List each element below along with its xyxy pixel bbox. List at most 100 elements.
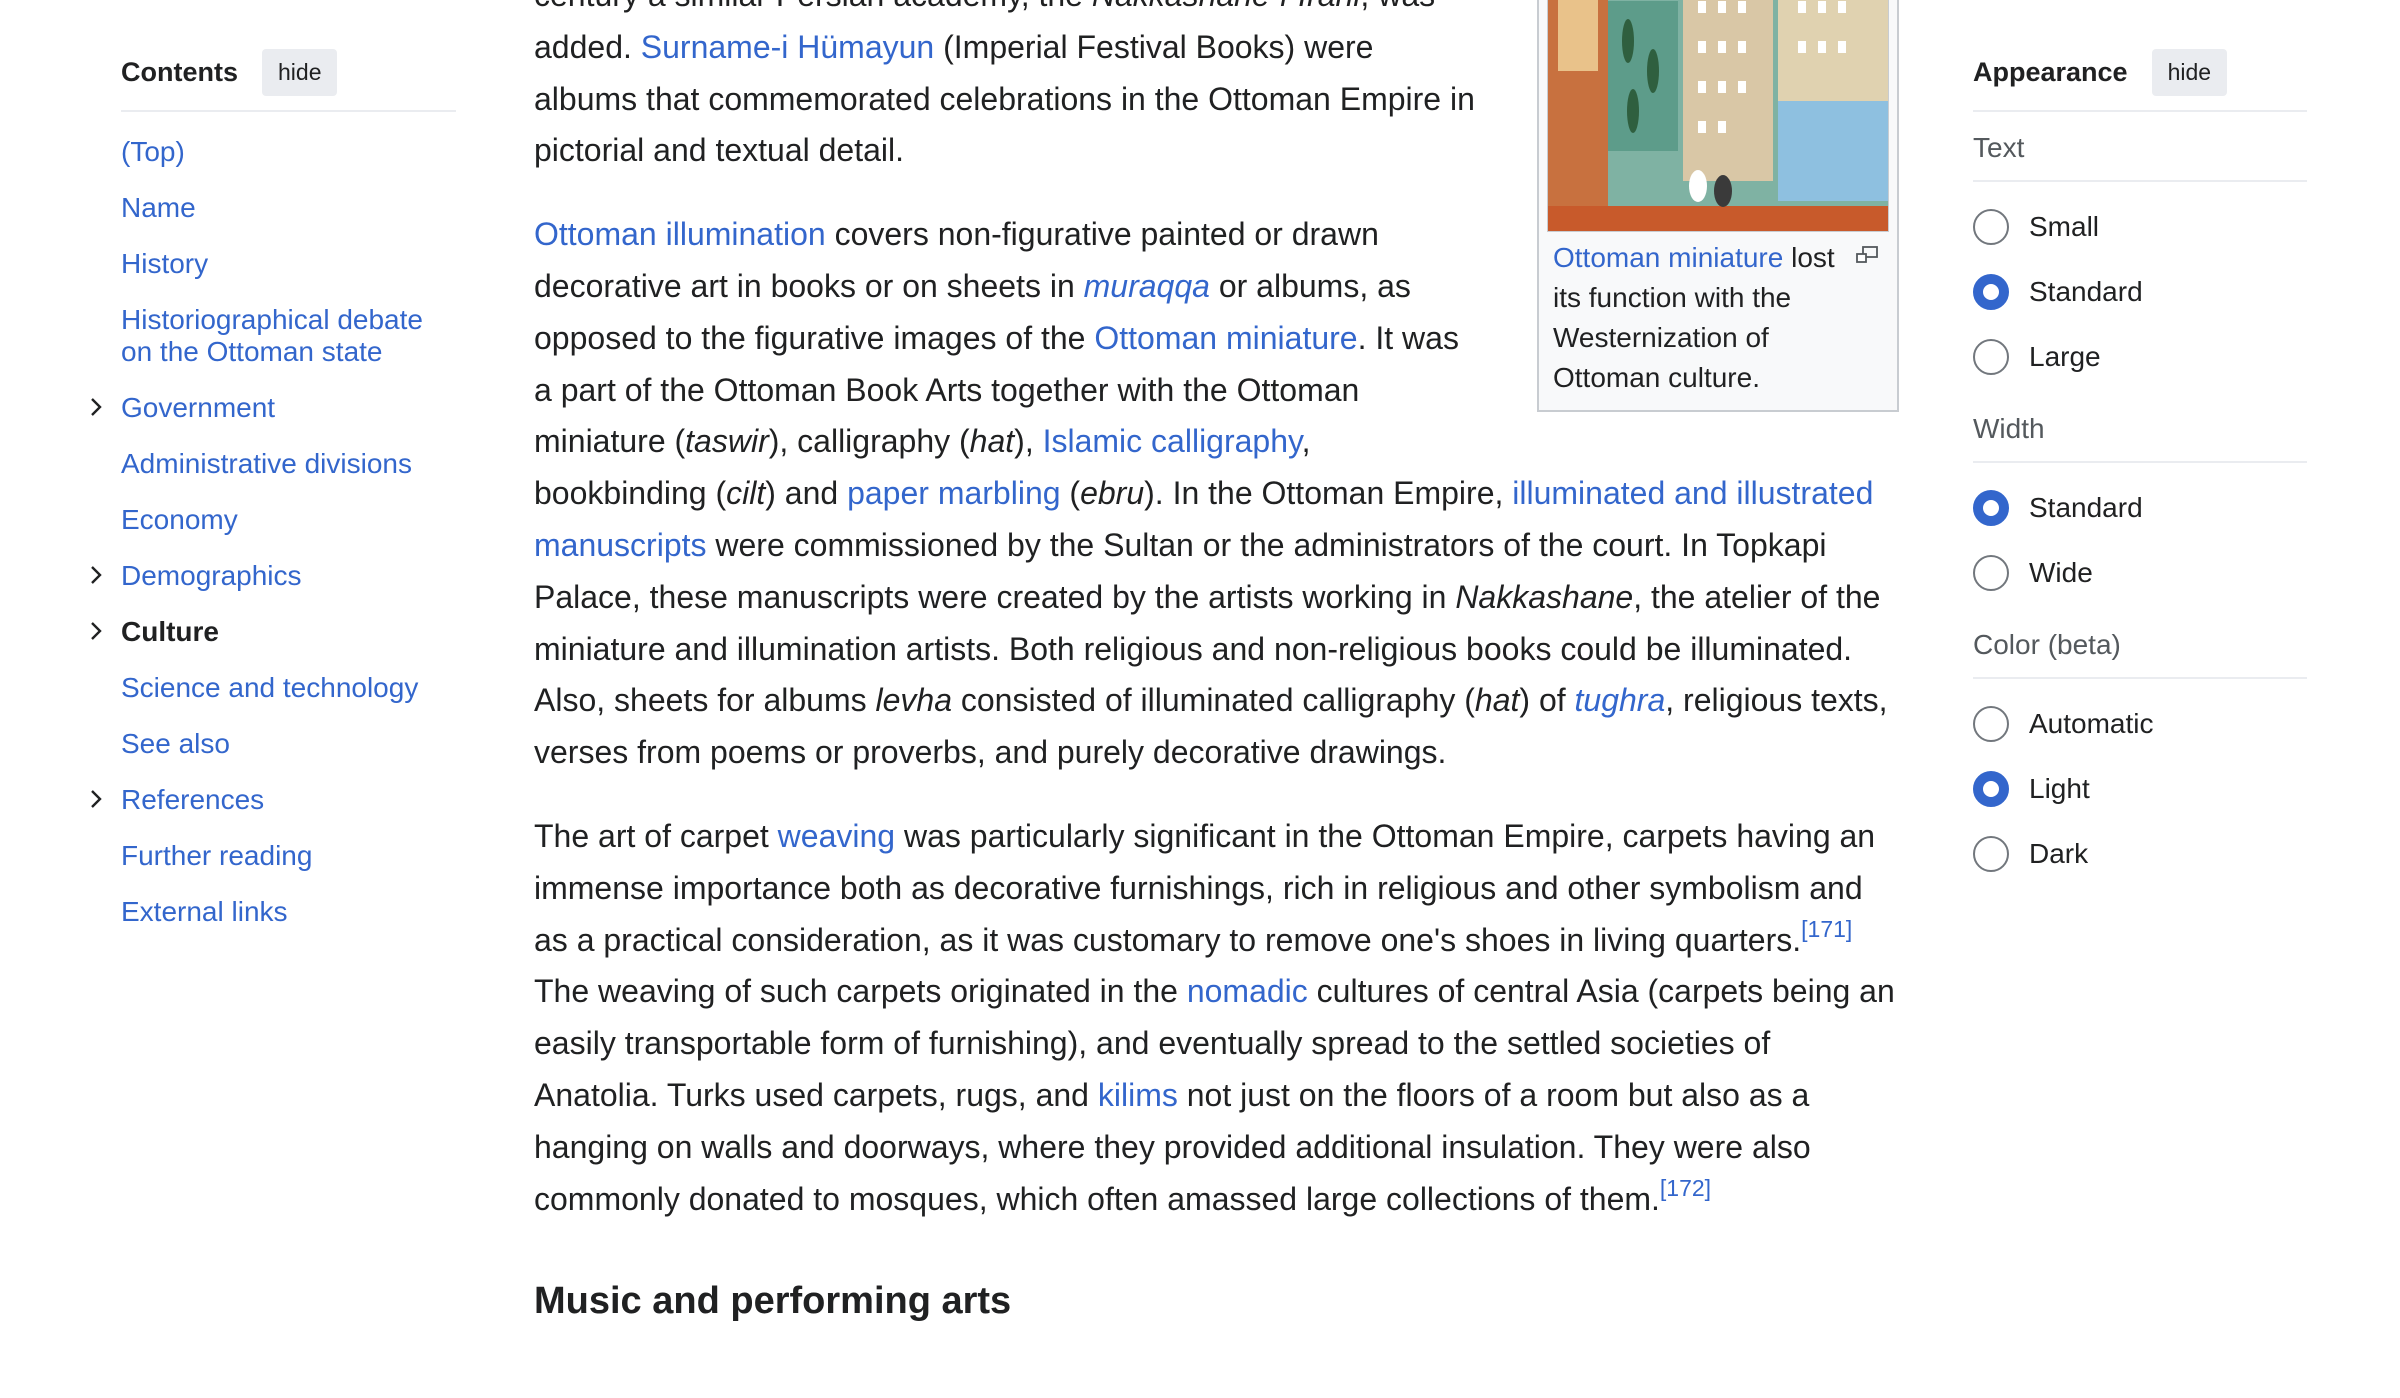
toc-link-demographics[interactable]: Demographics bbox=[121, 560, 302, 591]
toc-title: Contents bbox=[121, 56, 238, 87]
toc-item-external-links: External links bbox=[121, 896, 456, 928]
toc-link-historiographical-debate[interactable]: Historiographical debate on the Ottoman … bbox=[121, 304, 423, 367]
table-of-contents: Contents hide (Top) Name History Histori… bbox=[91, 46, 456, 952]
toc-link-name[interactable]: Name bbox=[121, 192, 196, 223]
italic-text: taswir bbox=[685, 423, 769, 460]
citation-172[interactable]: [172] bbox=[1660, 1175, 1711, 1201]
toc-item-see-also: See also bbox=[121, 728, 456, 760]
link-kilims[interactable]: kilims bbox=[1098, 1077, 1178, 1113]
italic-link-text[interactable]: muraqqa bbox=[1084, 268, 1210, 304]
toc-item-top: (Top) bbox=[121, 136, 456, 168]
text-size-options: Small Standard Large bbox=[1973, 182, 2307, 393]
toc-link-culture[interactable]: Culture bbox=[121, 616, 219, 647]
link-islamic-calligraphy[interactable]: Islamic calligraphy bbox=[1043, 423, 1302, 459]
toc-link-science-and-technology[interactable]: Science and technology bbox=[121, 672, 418, 703]
link-muraqqa[interactable]: muraqqa bbox=[1084, 268, 1210, 304]
text: The art of carpet bbox=[534, 817, 778, 854]
text: ) of bbox=[1519, 682, 1575, 719]
width-options: Standard Wide bbox=[1973, 463, 2307, 609]
toc-header: Contents hide bbox=[121, 46, 456, 112]
radio-icon[interactable] bbox=[1973, 705, 2009, 742]
ottoman-miniature-image[interactable] bbox=[1547, 0, 1889, 232]
link-paper-marbling[interactable]: paper marbling bbox=[847, 475, 1060, 511]
toc-link-top[interactable]: (Top) bbox=[121, 136, 185, 167]
width-wide-option[interactable]: Wide bbox=[1973, 540, 2307, 605]
italic-text: Nakkashane bbox=[1455, 578, 1634, 615]
toc-hide-button[interactable]: hide bbox=[262, 48, 338, 96]
link-ottoman-illumination[interactable]: Ottoman illumination bbox=[534, 216, 826, 252]
toc-link-references[interactable]: References bbox=[121, 784, 264, 815]
caption-link-ottoman-miniature[interactable]: Ottoman miniature bbox=[1553, 242, 1783, 273]
radio-selected-icon[interactable] bbox=[1973, 489, 2009, 526]
option-label: Standard bbox=[2029, 491, 2143, 523]
chevron-right-icon[interactable] bbox=[85, 788, 107, 810]
chevron-right-icon[interactable] bbox=[85, 396, 107, 418]
toc-item-science-and-technology: Science and technology bbox=[121, 672, 456, 704]
link-ottoman-miniature[interactable]: Ottoman miniature bbox=[1094, 320, 1357, 356]
toc-link-government[interactable]: Government bbox=[121, 392, 275, 423]
toc-link-further-reading[interactable]: Further reading bbox=[121, 840, 312, 871]
appearance-panel: Appearance hide Text Small Standard Larg… bbox=[1973, 46, 2307, 890]
appearance-hide-button[interactable]: hide bbox=[2151, 48, 2228, 96]
color-label: Color (beta) bbox=[1973, 609, 2307, 679]
italic-text: levha bbox=[875, 682, 952, 719]
toc-item-historiographical-debate: Historiographical debate on the Ottoman … bbox=[121, 304, 456, 368]
color-automatic-option[interactable]: Automatic bbox=[1973, 691, 2307, 756]
option-label: Wide bbox=[2029, 556, 2093, 588]
radio-icon[interactable] bbox=[1973, 835, 2009, 872]
radio-selected-icon[interactable] bbox=[1973, 273, 2009, 310]
text: ), bbox=[1014, 423, 1043, 460]
text: ) and bbox=[765, 475, 848, 512]
radio-icon[interactable] bbox=[1973, 338, 2009, 375]
toc-item-demographics: Demographics bbox=[91, 560, 456, 592]
color-dark-option[interactable]: Dark bbox=[1973, 821, 2307, 886]
chevron-right-icon[interactable] bbox=[85, 620, 107, 642]
color-light-option[interactable]: Light bbox=[1973, 756, 2307, 821]
toc-item-government: Government bbox=[91, 392, 456, 424]
citation-171[interactable]: [171] bbox=[1801, 916, 1852, 942]
toc-item-further-reading: Further reading bbox=[121, 840, 456, 872]
toc-item-name: Name bbox=[121, 192, 456, 224]
italic-text: hat bbox=[969, 423, 1015, 460]
chevron-right-icon[interactable] bbox=[85, 564, 107, 586]
option-label: Small bbox=[2029, 210, 2100, 242]
link-surname-i-humayun[interactable]: Surname-i Hümayun bbox=[641, 29, 934, 65]
option-label: Light bbox=[2029, 772, 2090, 804]
italic-text: Nakkashane-i-Irani bbox=[1092, 0, 1361, 13]
appearance-title: Appearance bbox=[1973, 56, 2128, 87]
toc-link-administrative-divisions[interactable]: Administrative divisions bbox=[121, 448, 412, 479]
text: The weaving of such carpets originated i… bbox=[534, 973, 1187, 1010]
width-label: Width bbox=[1973, 393, 2307, 463]
toc-item-history: History bbox=[121, 248, 456, 280]
toc-link-history[interactable]: History bbox=[121, 248, 208, 279]
link-weaving[interactable]: weaving bbox=[778, 818, 895, 854]
toc-list: (Top) Name History Historiographical deb… bbox=[91, 136, 456, 928]
enlarge-icon[interactable] bbox=[1855, 246, 1879, 264]
option-label: Large bbox=[2029, 340, 2101, 372]
text-size-standard-option[interactable]: Standard bbox=[1973, 259, 2307, 324]
toc-link-economy[interactable]: Economy bbox=[121, 504, 238, 535]
link-nomadic[interactable]: nomadic bbox=[1187, 973, 1308, 1009]
article-content: Ottoman miniature lost its function with… bbox=[534, 0, 1899, 1325]
text-size-label: Text bbox=[1973, 112, 2307, 182]
text: consisted of illuminated calligraphy ( bbox=[951, 682, 1475, 719]
section-heading-music: Music and performing arts bbox=[534, 1280, 1012, 1323]
radio-selected-icon[interactable] bbox=[1973, 770, 2009, 807]
option-label: Dark bbox=[2029, 837, 2089, 869]
ottoman-miniature-figure: Ottoman miniature lost its function with… bbox=[1537, 0, 1899, 412]
toc-item-administrative-divisions: Administrative divisions bbox=[121, 448, 456, 480]
width-standard-option[interactable]: Standard bbox=[1973, 475, 2307, 540]
color-options: Automatic Light Dark bbox=[1973, 679, 2307, 890]
radio-icon[interactable] bbox=[1973, 554, 2009, 591]
italic-link-text[interactable]: tughra bbox=[1575, 682, 1666, 718]
appearance-header: Appearance hide bbox=[1973, 46, 2307, 112]
toc-link-see-also[interactable]: See also bbox=[121, 728, 230, 759]
link-tughra[interactable]: tughra bbox=[1575, 682, 1666, 718]
radio-icon[interactable] bbox=[1973, 208, 2009, 245]
italic-text: ebru bbox=[1080, 475, 1145, 512]
toc-link-external-links[interactable]: External links bbox=[121, 896, 288, 927]
text-size-large-option[interactable]: Large bbox=[1973, 324, 2307, 389]
italic-text: hat bbox=[1474, 682, 1520, 719]
text-size-small-option[interactable]: Small bbox=[1973, 194, 2307, 259]
paragraph-carpet-weaving: The art of carpet weaving was particular… bbox=[534, 811, 1899, 1225]
